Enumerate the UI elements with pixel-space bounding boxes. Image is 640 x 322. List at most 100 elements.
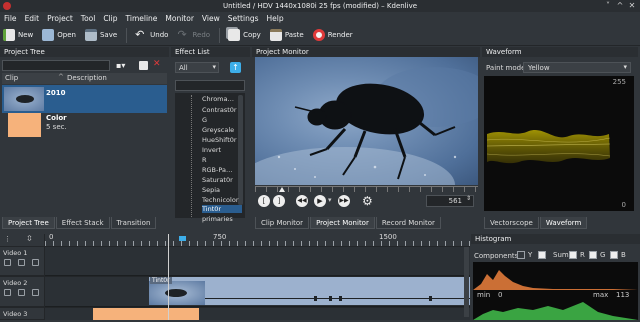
set-zone-start-button[interactable]: [ <box>258 195 270 207</box>
paint-mode-select[interactable]: Yellow ▾ <box>523 62 631 73</box>
checkbox-b-label: B <box>621 251 626 259</box>
clip-row[interactable]: Color 5 sec. <box>2 112 167 140</box>
timecode-stepper-icon[interactable]: ⇕ <box>466 195 471 202</box>
keyframe-marker[interactable] <box>429 296 432 301</box>
timeline-settings-icon[interactable]: ⇳ <box>26 234 33 243</box>
menu-view[interactable]: View <box>202 14 220 23</box>
track-video-2[interactable]: Tint0r <box>45 277 470 307</box>
menu-edit[interactable]: Edit <box>25 14 40 23</box>
monitor-ruler[interactable] <box>255 186 478 192</box>
list-item[interactable]: HueShift0r <box>202 136 242 144</box>
components-label: Components <box>474 252 519 260</box>
track-header-video-3[interactable]: Video 3 <box>0 308 44 320</box>
add-clip-icon[interactable]: ▪▾ <box>116 61 126 70</box>
checkbox-r[interactable] <box>569 251 577 259</box>
track-lock-icon[interactable] <box>32 259 39 266</box>
track-lock-icon[interactable] <box>32 289 39 296</box>
copy-button[interactable]: Copy <box>228 29 261 41</box>
menu-settings[interactable]: Settings <box>228 14 259 23</box>
monitor-settings-gear-icon[interactable]: ⚙ <box>362 194 373 208</box>
list-item[interactable]: Invert <box>202 146 242 154</box>
new-button[interactable]: New <box>3 29 33 41</box>
list-item[interactable]: RGB-Pa… <box>202 166 242 174</box>
close-button[interactable]: ✕ <box>627 1 637 11</box>
tab-project-tree[interactable]: Project Tree <box>2 217 55 229</box>
list-item[interactable]: R <box>202 156 242 164</box>
clip-name: Color <box>46 114 67 122</box>
keyframe-marker[interactable] <box>329 296 332 301</box>
redo-button[interactable]: ↷ Redo <box>177 29 210 41</box>
keyframe-marker[interactable] <box>314 296 317 301</box>
effect-filter-select[interactable]: All ▾ <box>175 62 219 73</box>
set-zone-end-button[interactable]: ] <box>273 195 285 207</box>
timeline-scrollbar[interactable] <box>464 247 469 317</box>
timeline-clip[interactable]: Tint0r <box>149 277 470 305</box>
effect-info-icon[interactable]: ↑ <box>230 62 241 73</box>
monitor-playhead-marker[interactable] <box>279 187 285 192</box>
rewind-button[interactable]: ◀◀ <box>296 195 308 207</box>
list-item[interactable]: Greyscale <box>202 126 242 134</box>
track-video-1[interactable] <box>45 247 470 276</box>
edit-clip-icon[interactable] <box>139 61 148 70</box>
track-video-3[interactable] <box>45 308 470 320</box>
delete-clip-icon[interactable]: ✕ <box>153 59 161 69</box>
menu-timeline[interactable]: Timeline <box>126 14 158 23</box>
checkbox-b[interactable] <box>610 251 618 259</box>
timeline-playhead[interactable] <box>168 234 169 320</box>
track-mute-icon[interactable] <box>18 289 25 296</box>
zone-indicator[interactable] <box>179 236 186 241</box>
list-item[interactable]: Sepia <box>202 186 242 194</box>
menu-file[interactable]: File <box>4 14 17 23</box>
maximize-button[interactable]: ^ <box>615 1 625 11</box>
minimize-button[interactable]: ˅ <box>603 1 613 11</box>
tab-effect-stack[interactable]: Effect Stack <box>55 217 110 229</box>
color-clip[interactable] <box>93 308 199 320</box>
checkbox-y[interactable] <box>517 251 525 259</box>
track-header-video-1[interactable]: Video 1 <box>0 247 44 276</box>
open-folder-icon <box>42 29 55 41</box>
monitor-video-frame[interactable] <box>255 57 478 185</box>
track-header-video-2[interactable]: Video 2 <box>0 277 44 307</box>
list-item[interactable]: primaries <box>202 215 242 223</box>
paste-button[interactable]: Paste <box>269 29 304 41</box>
list-item[interactable]: Contrast0r <box>202 106 242 114</box>
undo-button[interactable]: ↶ Undo <box>135 29 168 41</box>
tab-vectorscope[interactable]: Vectorscope <box>484 217 539 229</box>
timeline-ruler[interactable]: 0 750 1500 <box>45 233 470 246</box>
column-clip[interactable]: Clip <box>5 74 18 82</box>
tab-record-monitor[interactable]: Record Monitor <box>375 217 441 229</box>
timeline-options-icon[interactable]: ⋮ <box>4 235 11 243</box>
menu-clip[interactable]: Clip <box>103 14 117 23</box>
track-visibility-icon[interactable] <box>4 289 11 296</box>
effect-search-input[interactable] <box>175 80 245 91</box>
play-options-chevron-icon[interactable]: ▾ <box>328 196 332 204</box>
project-search-input[interactable] <box>2 60 110 71</box>
list-item[interactable]: G <box>202 116 242 124</box>
forward-button[interactable]: ▶▶ <box>338 195 350 207</box>
menu-project[interactable]: Project <box>47 14 73 23</box>
menu-monitor[interactable]: Monitor <box>165 14 194 23</box>
list-item[interactable]: Saturat0r <box>202 176 242 184</box>
save-button[interactable]: Save <box>84 29 117 41</box>
tab-clip-monitor[interactable]: Clip Monitor <box>255 217 310 229</box>
open-button[interactable]: Open <box>42 29 76 41</box>
render-button[interactable]: Render <box>312 29 353 41</box>
menu-help[interactable]: Help <box>267 14 284 23</box>
list-item[interactable]: Tint0r <box>202 205 242 213</box>
clip-row[interactable]: 2010 <box>2 85 167 113</box>
tab-waveform[interactable]: Waveform <box>539 217 588 229</box>
list-item[interactable]: Chroma… <box>202 95 242 103</box>
menu-tool[interactable]: Tool <box>81 14 96 23</box>
track-visibility-icon[interactable] <box>4 259 11 266</box>
column-description[interactable]: Description <box>67 74 107 82</box>
tab-transition[interactable]: Transition <box>110 217 157 229</box>
keyframe-marker[interactable] <box>339 296 342 301</box>
checkbox-g[interactable] <box>589 251 597 259</box>
histogram-checkboxes: Y Sum R G B <box>517 251 637 261</box>
tab-project-monitor[interactable]: Project Monitor <box>310 217 375 229</box>
track-mute-icon[interactable] <box>18 259 25 266</box>
list-item[interactable]: Technicolor <box>202 196 242 204</box>
timecode-field[interactable]: 561 ⇕ <box>426 195 474 207</box>
play-button[interactable]: ▶ <box>314 195 326 207</box>
checkbox-sum[interactable] <box>538 251 546 259</box>
